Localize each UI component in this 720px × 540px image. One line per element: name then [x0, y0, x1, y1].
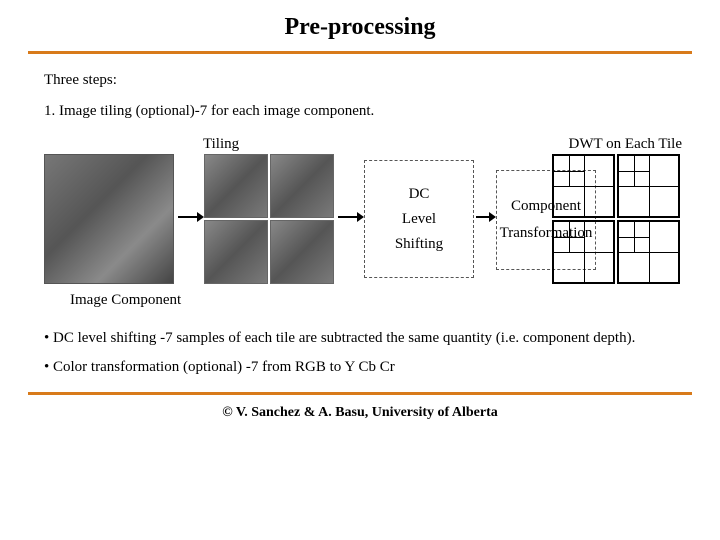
box-line: DC [367, 186, 471, 203]
divider-bottom [28, 392, 692, 395]
image-component-thumbnail [44, 154, 174, 284]
dwt-tile [617, 154, 680, 218]
tiling-label: Tiling [203, 136, 239, 153]
bullet-2: • Color transformation (optional) -7 fro… [44, 357, 676, 378]
box-line: Shifting [367, 236, 471, 253]
arrow-icon [476, 216, 490, 218]
slide: Pre-processing Three steps: 1. Image til… [0, 0, 720, 540]
tile [204, 154, 268, 218]
tiled-image [204, 154, 334, 284]
dwt-tile [552, 220, 615, 284]
dwt-tile [552, 154, 615, 218]
step-1-text: 1. Image tiling (optional)-7 for each im… [44, 103, 676, 120]
dwt-tile [617, 220, 680, 284]
pipeline-diagram: Tiling DC Level Shifting Component Trans… [38, 140, 682, 320]
slide-title: Pre-processing [0, 0, 720, 51]
image-component-label: Image Component [70, 292, 181, 309]
intro-text: Three steps: [44, 72, 676, 89]
tile [270, 220, 334, 284]
tile [270, 154, 334, 218]
footer-credit: © V. Sanchez & A. Basu, University of Al… [0, 405, 720, 421]
arrow-icon [338, 216, 358, 218]
dc-level-shifting-box: DC Level Shifting [364, 160, 474, 278]
tile [204, 220, 268, 284]
arrow-icon [178, 216, 198, 218]
bullet-1: • DC level shifting -7 samples of each t… [44, 328, 676, 349]
slide-content: Three steps: 1. Image tiling (optional)-… [0, 54, 720, 378]
dwt-subbands [552, 154, 680, 284]
dwt-label: DWT on Each Tile [569, 136, 682, 153]
bullet-list: • DC level shifting -7 samples of each t… [44, 328, 676, 378]
box-line: Level [367, 211, 471, 228]
